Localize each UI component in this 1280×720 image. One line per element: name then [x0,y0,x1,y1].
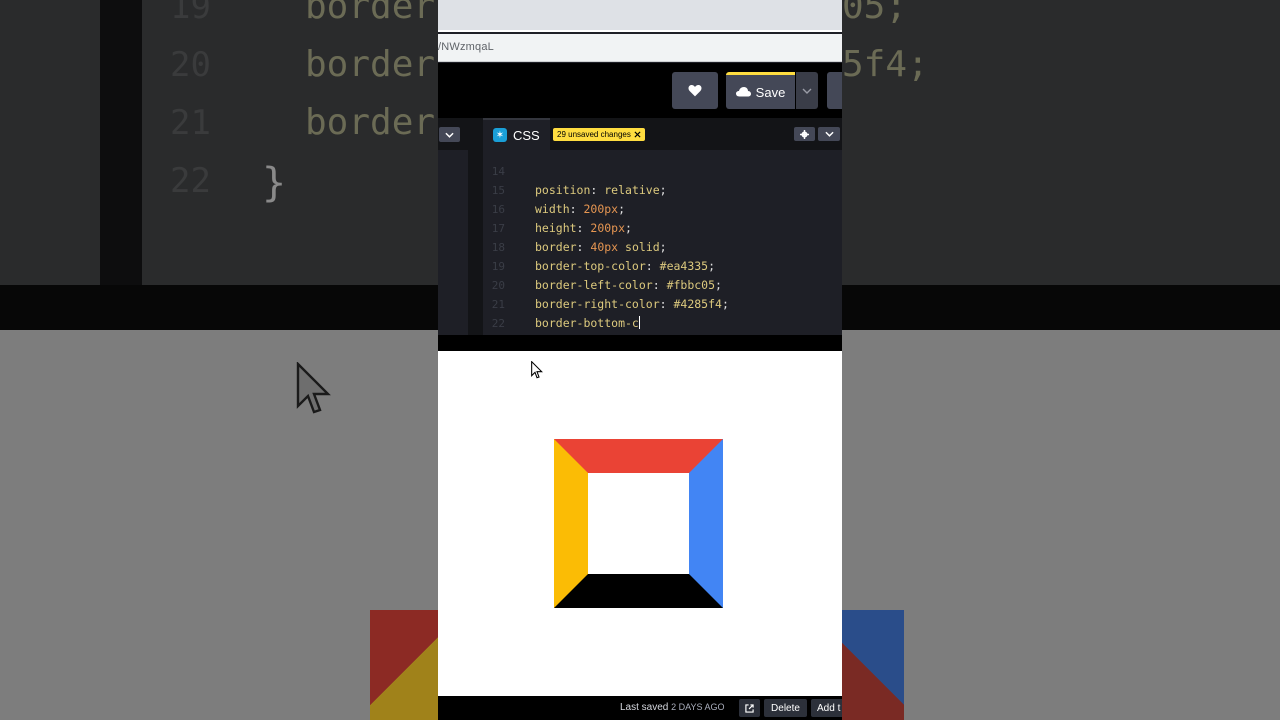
editor-left-pane [438,150,468,335]
save-options-button[interactable] [796,72,818,109]
mouse-cursor-icon [531,361,543,379]
code-line: 15 width: 200px; [483,162,842,216]
background-code-line: border [305,44,436,85]
chevron-down-icon [802,88,812,94]
cloud-icon [735,87,751,97]
settings-button[interactable] [827,72,842,109]
background-shape-right [842,610,904,720]
background-cursor-icon [296,362,331,414]
code-line: 18 border-top-color: #ea4335; [483,219,842,273]
gear-icon [800,129,809,139]
unsaved-changes-badge[interactable]: 29 unsaved changes [553,128,645,141]
code-line: 22 } [483,295,842,330]
add-to-collection-button[interactable]: Add t [811,699,842,717]
save-button[interactable]: Save [726,72,795,109]
close-icon[interactable] [634,131,641,138]
code-line: 21 border-bottom-c [483,276,842,330]
code-line: 19 border-left-color: #fbbc05; [483,238,842,292]
collapse-left-button[interactable] [439,127,460,142]
css-badge-icon: ✶ [493,128,507,142]
background-line-number: 19 [170,0,211,27]
background-line-number: 22 [170,161,211,201]
css-code-editor[interactable]: 14 position: relative; 15 width: 200px; … [438,150,842,335]
background-line-number: 21 [170,103,211,143]
tab-css[interactable]: ✶ CSS [483,118,550,150]
editor-settings-button[interactable] [794,127,815,141]
unsaved-changes-label: 29 unsaved changes [557,130,631,139]
bordered-box-preview [554,439,723,608]
address-bar[interactable]: /NWzmqaL [438,34,842,62]
css-editor-header: ✶ CSS 29 unsaved changes [438,118,842,150]
preview-pane [438,351,842,696]
tab-css-label: CSS [513,127,540,143]
resize-handle[interactable] [438,335,842,351]
chevron-down-icon [445,132,454,138]
background-brace: } [262,160,287,206]
save-label: Save [755,84,786,100]
address-bar-url: /NWzmqaL [438,41,494,53]
last-saved-time: 2 DAYS AGO [671,702,725,712]
background-code-right-line: 5f4; [842,44,929,85]
delete-button[interactable]: Delete [764,699,807,717]
pen-header: Save [438,63,842,118]
background-code-line: border [305,102,436,143]
background-line-number: 20 [170,45,211,85]
pen-footer: Last saved 2 DAYS AGO Delete Add t [438,696,842,720]
code-line: 20 border-right-color: #4285f4; [483,257,842,311]
text-cursor [638,316,640,329]
heart-icon [688,85,702,97]
typed-text: border-bottom-c [535,316,639,330]
code-line: 16 height: 200px; [483,181,842,235]
code-line: 14 position: relative; [483,150,842,197]
background-code-right-line: 05; [842,0,908,27]
background-line-numbers: 19 20 21 22 [170,0,211,210]
background-code-right: 05; 5f4; [842,0,929,94]
line-number: 22 [491,317,505,330]
background-code: border border border [305,0,435,152]
editor-options-button[interactable] [818,127,840,141]
code-line: 17 border: 40px solid; [483,200,842,254]
code-lines: 14 position: relative; 15 width: 200px; … [483,150,842,330]
external-link-icon [745,703,754,713]
codepen-window: /NWzmqaL Save ✶ CSS 29 unsaved changes 1… [438,0,842,720]
browser-tab-strip [438,0,842,32]
open-external-button[interactable] [739,699,760,717]
editor-gutter [468,150,483,335]
background-code-line: border [305,0,436,27]
heart-button[interactable] [672,72,718,109]
last-saved-label: Last saved [620,702,669,713]
background-gutter [100,0,142,285]
chevron-down-icon [824,131,834,137]
last-saved-status: Last saved 2 DAYS AGO [620,702,725,713]
